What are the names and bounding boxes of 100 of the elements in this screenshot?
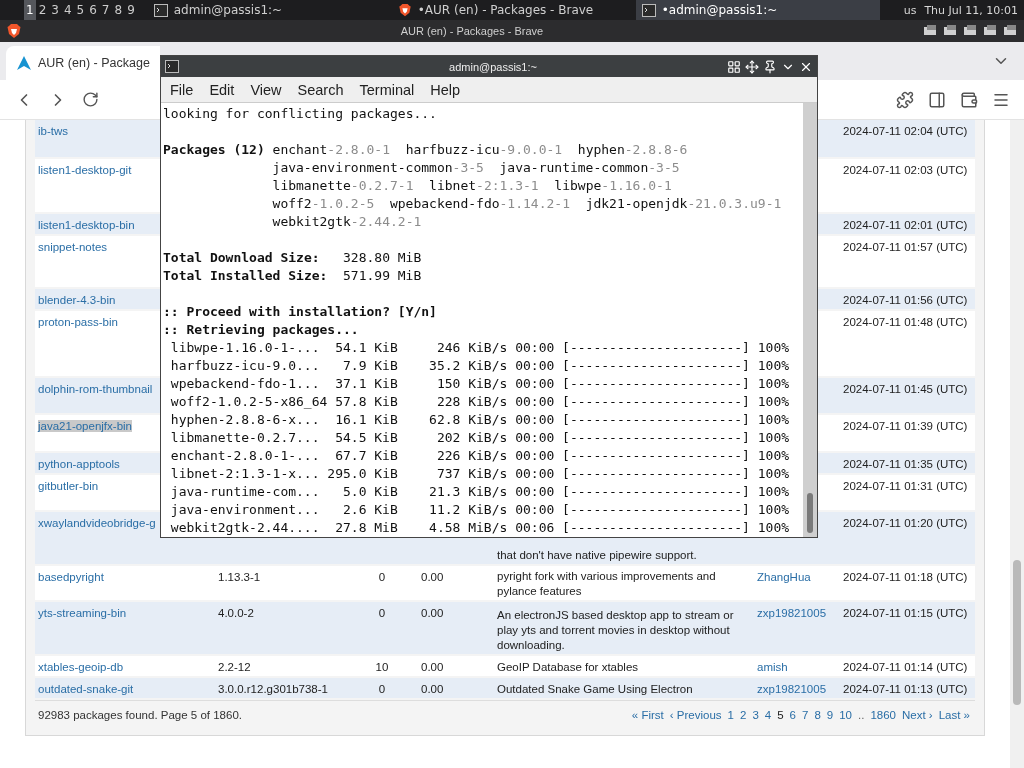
window-title: admin@passis1:~ (173, 3, 283, 17)
menu-item[interactable]: Help (423, 81, 468, 98)
keyboard-layout[interactable]: us (903, 3, 917, 17)
page-link[interactable]: 10 (839, 709, 852, 721)
total-value: 328.80 MiB (343, 249, 422, 267)
page-link[interactable]: 1860 (870, 709, 896, 721)
votes-cell-text: 0 (377, 682, 387, 697)
download-name: harfbuzz-icu-9.0... (170, 357, 321, 375)
updated-cell-text: 2024-07-11 01:20 (UTC) (843, 516, 969, 531)
package-link[interactable]: dolphin-rom-thumbnail (38, 383, 153, 395)
menu-item[interactable]: Search (290, 81, 351, 98)
maintainer-link[interactable]: ZhangHua (757, 566, 843, 585)
terminal-scrollbar[interactable] (803, 103, 817, 537)
page-link[interactable]: 8 (814, 709, 821, 721)
workspace-button[interactable]: 7 (99, 0, 112, 20)
updated-cell-text: 2024-07-11 01:14 (UTC) (843, 660, 969, 675)
page-scrollbar[interactable] (1010, 120, 1024, 768)
download-speed: 150 KiB/s (435, 375, 508, 393)
page-link[interactable]: 2 (739, 709, 747, 721)
wallet-icon[interactable] (960, 90, 978, 109)
workspace-button[interactable]: 2 (36, 0, 49, 20)
package-link[interactable]: xtables-geoip-db (38, 661, 124, 673)
package-link[interactable]: listen1-desktop-git (38, 164, 132, 176)
package-link[interactable]: ib-tws (38, 125, 69, 137)
workspace-button[interactable]: 5 (74, 0, 87, 20)
progress-text: [----------------------] (562, 375, 750, 393)
updated-cell-text: 2024-07-11 01:48 (UTC) (843, 315, 969, 330)
maintainer-link[interactable]: amish (757, 656, 843, 675)
package-link[interactable]: proton-pass-bin (38, 316, 118, 328)
page-link[interactable]: 3 (752, 709, 759, 721)
package-link[interactable]: gitbutler-bin (38, 480, 99, 492)
workspace-button[interactable]: 1 (24, 0, 36, 20)
updated-cell-text: 2024-07-11 01:35 (UTC) (843, 457, 969, 472)
page-link[interactable]: Next › (902, 709, 933, 721)
download-speed: 737 KiB/s (435, 465, 508, 483)
download-percent: 100% (756, 375, 790, 393)
workspace-button[interactable]: 9 (125, 0, 137, 20)
lion-shield-icon (397, 3, 412, 17)
page-link[interactable]: ‹ Previous (669, 709, 722, 721)
page-link[interactable]: 1 (727, 709, 734, 721)
page-link[interactable]: 4 (764, 709, 772, 721)
popularity-cell-text: 0.00 (420, 606, 445, 621)
download-time: 00:00 (515, 501, 555, 519)
package-link[interactable]: yts-streaming-bin (38, 607, 127, 619)
updated-cell-text: 2024-07-11 01:56 (UTC) (843, 293, 969, 308)
package-name: libmanette-0.2.7-1 (272, 177, 414, 195)
menu-item[interactable]: Terminal (352, 81, 422, 98)
maintainer-link[interactable]: zxp19821005 (757, 602, 843, 621)
page-link[interactable]: 5 (777, 709, 784, 721)
progress-text: [----------------------] (562, 411, 750, 429)
package-link[interactable]: snippet-notes (38, 241, 108, 253)
page-link[interactable]: 9 (826, 709, 834, 721)
package-link[interactable]: python-apptools (38, 458, 120, 470)
terminal-line: looking for conflicting packages... (163, 105, 437, 123)
workspace-button[interactable]: 6 (87, 0, 99, 20)
package-link[interactable]: blender-4.3-bin (38, 294, 116, 306)
package-link[interactable]: listen1-desktop-bin (38, 219, 135, 231)
download-speed: 35.2 KiB/s (428, 357, 508, 375)
workspace-button[interactable]: 4 (61, 0, 74, 20)
download-time: 00:00 (515, 465, 555, 483)
popularity-cell-text: 0.00 (420, 682, 445, 697)
menu-item[interactable]: File (163, 81, 201, 98)
menu-item[interactable]: Edit (202, 81, 242, 98)
popularity-cell-text: 0.00 (420, 660, 445, 675)
package-link[interactable]: basedpyright (38, 571, 104, 583)
taskbar-window[interactable]: •admin@passis1:~ (635, 0, 880, 20)
package-link[interactable]: java21-openjfx-bin (38, 420, 132, 432)
workspace-button[interactable]: 3 (49, 0, 61, 20)
package-link[interactable]: xwaylandvideobridge-g (38, 517, 156, 529)
download-name: enchant-2.8.0-1-... (170, 447, 321, 465)
updated-cell-text: 2024-07-11 01:31 (UTC) (843, 479, 969, 494)
window-title: •AUR (en) - Packages - Brave (417, 3, 594, 17)
description-cell-text: Outdated Snake Game Using Electron (497, 682, 694, 697)
sidebar-icon[interactable] (928, 90, 946, 109)
download-size: 295.0 KiB (327, 465, 398, 483)
reload-icon[interactable] (82, 91, 99, 108)
grid-icon[interactable] (727, 59, 741, 74)
workspace-button[interactable]: 8 (112, 0, 125, 20)
download-size: 37.1 KiB (334, 375, 398, 393)
prompt-line: :: Proceed with installation? [Y/n] (163, 303, 437, 321)
maintainer-link[interactable]: zxp19821005 (757, 678, 843, 697)
taskbar-window[interactable]: admin@passis1:~ (147, 0, 392, 20)
version-cell-text: 2.2-12 (218, 660, 252, 675)
package-name: enchant-2.8.0-1 (272, 141, 390, 159)
taskbar-window[interactable]: •AUR (en) - Packages - Brave (391, 0, 636, 20)
puzzle-icon[interactable] (896, 90, 914, 109)
move-icon[interactable] (745, 59, 759, 74)
download-speed: 228 KiB/s (435, 393, 508, 411)
progress-text: [----------------------] (562, 393, 750, 411)
clock[interactable]: Thu Jul 11, 10:01 (924, 3, 1018, 17)
package-link[interactable]: outdated-snake-git (38, 683, 134, 695)
page-link[interactable]: « First (631, 709, 664, 721)
updated-cell-text: 2024-07-11 01:15 (UTC) (843, 606, 969, 621)
page-link[interactable]: Last » (938, 709, 970, 721)
browser-tab[interactable]: AUR (en) - Package (6, 46, 160, 80)
description-cell-text: pyright fork with various improvements and pylance features (497, 569, 717, 599)
page-link[interactable]: 6 (789, 709, 796, 721)
page-link[interactable]: 7 (802, 709, 809, 721)
package-name: libwpe-1.16.0-1 (554, 177, 672, 195)
menu-item[interactable]: View (243, 81, 289, 98)
